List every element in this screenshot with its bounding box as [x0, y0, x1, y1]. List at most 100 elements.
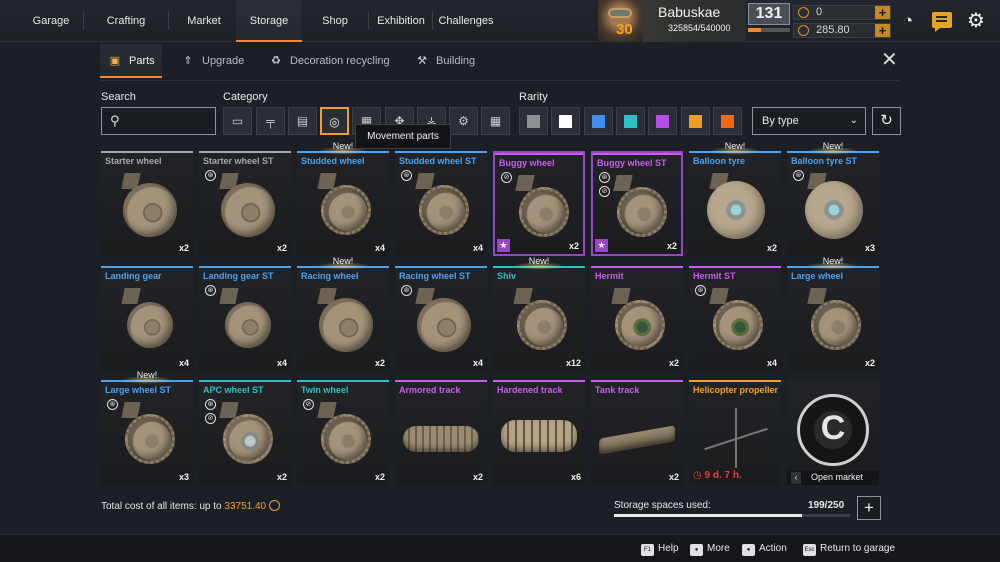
coin-icon	[269, 500, 281, 511]
more-hint[interactable]: ● More	[690, 543, 730, 556]
track-image	[403, 426, 479, 452]
speedometer-icon[interactable]: ◔	[897, 10, 919, 32]
part-count: x4	[472, 243, 483, 253]
player-profile[interactable]: 30 Babuskae 325854/540000	[598, 0, 746, 42]
part-card[interactable]: APC wheel ST ⊛ ⊘ x2	[199, 380, 291, 485]
nav-crafting[interactable]: Crafting	[93, 0, 159, 42]
part-card[interactable]: Buggy wheel ⊘ ★ x2	[493, 151, 585, 256]
category-gear-cog-icon[interactable]: ⚙	[449, 107, 478, 135]
help-hint[interactable]: F1 Help	[641, 543, 679, 556]
part-name: Twin wheel	[301, 385, 349, 395]
rarity-epic-button[interactable]	[648, 107, 677, 135]
tab-parts[interactable]: ▣ Parts	[100, 44, 162, 78]
esc-key-icon: Esc	[803, 544, 816, 556]
sort-dropdown[interactable]: By type ⌄	[752, 107, 866, 135]
part-card[interactable]: Studded wheel ST ⊛ x4	[395, 151, 487, 256]
part-count: x2	[666, 241, 677, 251]
part-card[interactable]: New! Shiv x12	[493, 256, 585, 371]
restricted-badge-icon: ⊘	[303, 399, 314, 410]
part-count: x2	[766, 243, 777, 253]
wheel-image	[321, 185, 371, 235]
nav-exhibition[interactable]: Exhibition	[372, 0, 430, 42]
track-image	[599, 425, 675, 455]
part-count: x4	[178, 358, 189, 368]
building-icon: ⚒	[417, 55, 427, 67]
divider	[100, 80, 900, 81]
part-card[interactable]: Buggy wheel ST ⊛ ⊘ ★ x2	[591, 151, 683, 256]
rarity-special-button[interactable]	[616, 107, 645, 135]
close-icon[interactable]: ✕	[881, 50, 898, 70]
part-card[interactable]: Armored track x2	[395, 380, 487, 485]
part-mount-image	[613, 175, 633, 191]
nav-market[interactable]: Market	[177, 0, 231, 42]
part-card[interactable]: New! Large wheel x2	[787, 256, 879, 371]
part-name: Racing wheel ST	[399, 271, 471, 281]
part-card[interactable]: Landing gear x4	[101, 266, 193, 371]
tab-building[interactable]: ⚒ Building	[414, 44, 504, 78]
tab-upgrade[interactable]: ⇑ Upgrade	[180, 44, 260, 78]
rarity-uncommon-button[interactable]	[551, 107, 580, 135]
rarity-bar	[395, 266, 487, 268]
part-count: x2	[668, 472, 679, 482]
action-hint[interactable]: ● Action	[742, 543, 787, 556]
add-coins-button[interactable]: +	[875, 6, 890, 19]
wheel-image	[321, 414, 371, 464]
nav-storage[interactable]: Storage	[236, 0, 302, 42]
part-card[interactable]: Twin wheel ⊘ x2	[297, 380, 389, 485]
nav-garage[interactable]: Garage	[20, 0, 82, 42]
category-weapon-icon[interactable]: ╤	[256, 107, 285, 135]
part-card[interactable]: Landing gear ST ⊛ x4	[199, 266, 291, 371]
clock-icon: ◷	[693, 470, 705, 481]
add-storage-button[interactable]: +	[857, 496, 881, 520]
nav-separator	[368, 12, 369, 30]
category-cabin-icon[interactable]: ▭	[223, 107, 252, 135]
category-grid-icon[interactable]: ▦	[481, 107, 510, 135]
part-card[interactable]: New! Studded wheel x4	[297, 141, 389, 256]
wheel-image	[615, 300, 665, 350]
nav-challenges[interactable]: Challenges	[436, 0, 496, 42]
part-card[interactable]: New! Balloon tyre x2	[689, 141, 781, 256]
rarity-common-button[interactable]	[519, 107, 548, 135]
return-hint[interactable]: Esc Return to garage	[803, 543, 895, 556]
open-market-button[interactable]: ‹ Open market	[787, 471, 879, 485]
nav-shop[interactable]: Shop	[308, 0, 362, 42]
part-card[interactable]: Racing wheel ST ⊛ x4	[395, 266, 487, 371]
add-currency-button[interactable]: +	[875, 24, 890, 37]
part-card[interactable]: Starter wheel x2	[101, 151, 193, 256]
part-card[interactable]: New! Racing wheel x2	[297, 256, 389, 371]
structure-badge-icon: ⊛	[599, 172, 610, 183]
category-module-icon[interactable]: ▤	[288, 107, 317, 135]
part-card[interactable]: Helicopter propeller ◷ 9 d. 7 h.	[689, 380, 781, 485]
part-card[interactable]: New! Balloon tyre ST ⊛ x3	[787, 141, 879, 256]
rank-badge[interactable]: 131	[748, 3, 790, 25]
part-card[interactable]: Starter wheel ST ⊛ x2	[199, 151, 291, 256]
part-card[interactable]: New! Large wheel ST ⊛ x3	[101, 370, 193, 485]
nav-separator	[83, 12, 84, 30]
part-card[interactable]: Tank track x2	[591, 380, 683, 485]
new-tag: New!	[332, 256, 354, 266]
part-card[interactable]: Hardened track x6	[493, 380, 585, 485]
chat-icon[interactable]	[932, 12, 952, 32]
rarity-bar	[591, 266, 683, 268]
rarity-legendary-button[interactable]	[681, 107, 710, 135]
timer-label: ◷ 9 d. 7 h.	[693, 470, 742, 481]
part-card[interactable]: Hermit x2	[591, 266, 683, 371]
rarity-relic-button[interactable]	[713, 107, 742, 135]
rarity-rare-button[interactable]	[584, 107, 613, 135]
market-logo	[797, 394, 869, 466]
rarity-bar	[689, 266, 781, 268]
search-input[interactable]: ⚲	[101, 107, 216, 135]
part-card[interactable]: Hermit ST ⊛ x4	[689, 266, 781, 371]
star-icon: ★	[595, 239, 608, 252]
open-market-card[interactable]: ‹Open market	[787, 380, 879, 485]
category-wheel-icon[interactable]: ◎	[320, 107, 349, 135]
tab-decoration-recycling[interactable]: ♻ Decoration recycling	[268, 44, 408, 78]
category-tooltip: Movement parts	[355, 124, 451, 149]
part-name: Armored track	[399, 385, 461, 395]
refresh-icon[interactable]: ↻	[872, 107, 901, 135]
settings-gear-icon[interactable]: ⚙	[965, 10, 987, 32]
structure-badge-icon: ⊛	[205, 399, 216, 410]
wheel-image	[811, 300, 861, 350]
chevron-left-icon: ‹	[791, 472, 801, 484]
search-label: Search	[101, 91, 136, 103]
